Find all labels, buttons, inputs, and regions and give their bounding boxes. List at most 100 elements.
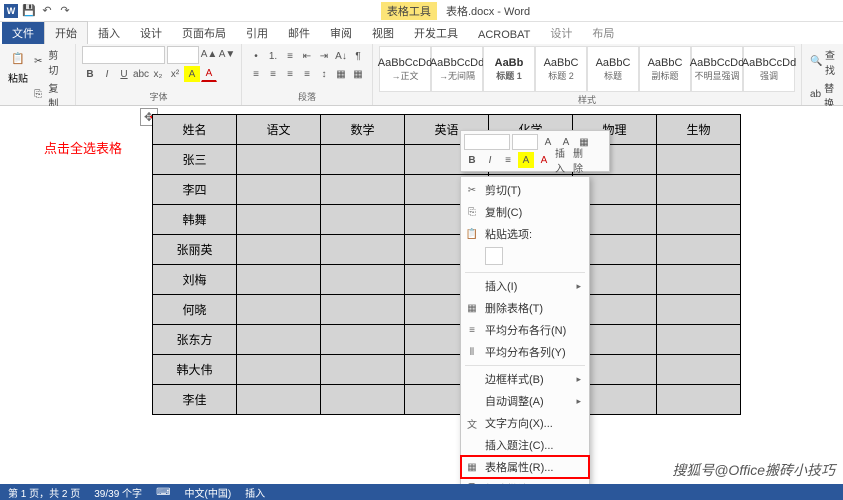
bold-button[interactable]: B <box>82 66 98 82</box>
table-cell[interactable]: 张丽英 <box>153 235 237 265</box>
table-cell[interactable]: 韩大伟 <box>153 355 237 385</box>
table-cell[interactable] <box>321 295 405 325</box>
table-cell[interactable] <box>657 295 741 325</box>
increase-indent-button[interactable]: ⇥ <box>316 48 332 64</box>
table-cell[interactable] <box>657 235 741 265</box>
style-item-7[interactable]: AaBbCcDd强调 <box>743 46 795 92</box>
table-cell[interactable] <box>237 235 321 265</box>
save-icon[interactable]: 💾 <box>22 4 36 18</box>
undo-icon[interactable]: ↶ <box>40 4 54 18</box>
table-cell[interactable]: 李四 <box>153 175 237 205</box>
menu-border-styles[interactable]: 边框样式(B)▸ <box>461 368 589 390</box>
borders-button[interactable]: ▦ <box>350 66 366 82</box>
table-cell[interactable] <box>321 265 405 295</box>
table-cell[interactable] <box>657 325 741 355</box>
mini-delete-button[interactable]: 删除 <box>572 152 588 168</box>
table-header[interactable]: 语文 <box>237 115 321 145</box>
table-cell[interactable] <box>657 385 741 415</box>
table-cell[interactable] <box>237 385 321 415</box>
status-mode[interactable]: 插入 <box>245 485 265 500</box>
sort-button[interactable]: A↓ <box>333 48 349 64</box>
table-header[interactable]: 数学 <box>321 115 405 145</box>
font-size-combo[interactable] <box>167 46 199 64</box>
tab-review[interactable]: 审阅 <box>320 22 362 44</box>
status-page[interactable]: 第 1 页，共 2 页 <box>8 485 80 500</box>
table-row[interactable]: 韩舞 <box>153 205 741 235</box>
numbering-button[interactable]: 1. <box>265 48 281 64</box>
style-item-0[interactable]: AaBbCcDd→正文 <box>379 46 431 92</box>
table-cell[interactable] <box>237 205 321 235</box>
tab-home[interactable]: 开始 <box>44 21 88 44</box>
table-cell[interactable] <box>657 205 741 235</box>
table-cell[interactable] <box>321 175 405 205</box>
align-center-button[interactable]: ≡ <box>265 66 281 82</box>
table-cell[interactable] <box>657 355 741 385</box>
table-cell[interactable] <box>237 265 321 295</box>
tab-table-design[interactable]: 设计 <box>540 22 582 44</box>
cut-button[interactable]: ✂剪切 <box>32 46 69 78</box>
mini-insert-button[interactable]: 插入 <box>554 152 570 168</box>
multilevel-button[interactable]: ≡ <box>282 48 298 64</box>
tab-page-layout[interactable]: 页面布局 <box>172 22 236 44</box>
line-spacing-button[interactable]: ↕ <box>316 66 332 82</box>
style-item-5[interactable]: AaBbC副标题 <box>639 46 691 92</box>
paste-option-1[interactable] <box>485 247 503 265</box>
style-item-6[interactable]: AaBbCcDd不明显强调 <box>691 46 743 92</box>
table-header[interactable]: 生物 <box>657 115 741 145</box>
shading-button[interactable]: ▦ <box>333 66 349 82</box>
tab-mailings[interactable]: 邮件 <box>278 22 320 44</box>
table-cell[interactable] <box>657 175 741 205</box>
bullets-button[interactable]: • <box>248 48 264 64</box>
tab-insert[interactable]: 插入 <box>88 22 130 44</box>
menu-text-direction[interactable]: 文文字方向(X)... <box>461 412 589 434</box>
table-row[interactable]: 刘梅 <box>153 265 741 295</box>
tab-acrobat[interactable]: ACROBAT <box>468 26 540 44</box>
style-item-1[interactable]: AaBbCcDd→无间隔 <box>431 46 483 92</box>
table-row[interactable]: 韩大伟 <box>153 355 741 385</box>
table-cell[interactable]: 何晓 <box>153 295 237 325</box>
font-color-button[interactable]: A <box>201 66 217 82</box>
redo-icon[interactable]: ↷ <box>58 4 72 18</box>
style-item-2[interactable]: AaBb标题 1 <box>483 46 535 92</box>
highlight-button[interactable]: A <box>184 66 200 82</box>
menu-cut[interactable]: ✂剪切(T) <box>461 179 589 201</box>
find-button[interactable]: 🔍查找 <box>808 46 837 78</box>
menu-delete-table[interactable]: ▦删除表格(T) <box>461 297 589 319</box>
decrease-indent-button[interactable]: ⇤ <box>299 48 315 64</box>
table-cell[interactable] <box>657 145 741 175</box>
mini-italic-button[interactable]: I <box>482 152 498 168</box>
table-header[interactable]: 姓名 <box>153 115 237 145</box>
tab-view[interactable]: 视图 <box>362 22 404 44</box>
show-marks-button[interactable]: ¶ <box>350 48 366 64</box>
menu-insert-caption[interactable]: 插入题注(C)... <box>461 434 589 456</box>
table-cell[interactable] <box>321 325 405 355</box>
mini-bold-button[interactable]: B <box>464 152 480 168</box>
table-cell[interactable] <box>321 235 405 265</box>
strikethrough-button[interactable]: abc <box>133 66 149 82</box>
table-row[interactable]: 张丽英 <box>153 235 741 265</box>
align-right-button[interactable]: ≡ <box>282 66 298 82</box>
status-words[interactable]: 39/39 个字 <box>94 485 142 500</box>
underline-button[interactable]: U <box>116 66 132 82</box>
table-cell[interactable]: 刘梅 <box>153 265 237 295</box>
tab-developer[interactable]: 开发工具 <box>404 22 468 44</box>
paste-button[interactable]: 📋 粘贴 <box>6 46 30 85</box>
font-name-combo[interactable] <box>82 46 165 64</box>
menu-table-properties[interactable]: ▦表格属性(R)... <box>461 456 589 478</box>
style-item-4[interactable]: AaBbC标题 <box>587 46 639 92</box>
align-left-button[interactable]: ≡ <box>248 66 264 82</box>
style-item-3[interactable]: AaBbC标题 2 <box>535 46 587 92</box>
status-language[interactable]: 中文(中国) <box>185 485 232 500</box>
table-row[interactable]: 张东方 <box>153 325 741 355</box>
table-cell[interactable]: 韩舞 <box>153 205 237 235</box>
table-row[interactable]: 李四 <box>153 175 741 205</box>
table-row[interactable]: 李佳 <box>153 385 741 415</box>
menu-autofit[interactable]: 自动调整(A)▸ <box>461 390 589 412</box>
justify-button[interactable]: ≡ <box>299 66 315 82</box>
mini-align-button[interactable]: ≡ <box>500 152 516 168</box>
superscript-button[interactable]: x² <box>167 66 183 82</box>
mini-grow-font-icon[interactable]: A <box>540 134 556 150</box>
mini-font-color-button[interactable]: A <box>536 152 552 168</box>
table-row[interactable]: 张三 <box>153 145 741 175</box>
mini-size-combo[interactable] <box>512 134 538 150</box>
